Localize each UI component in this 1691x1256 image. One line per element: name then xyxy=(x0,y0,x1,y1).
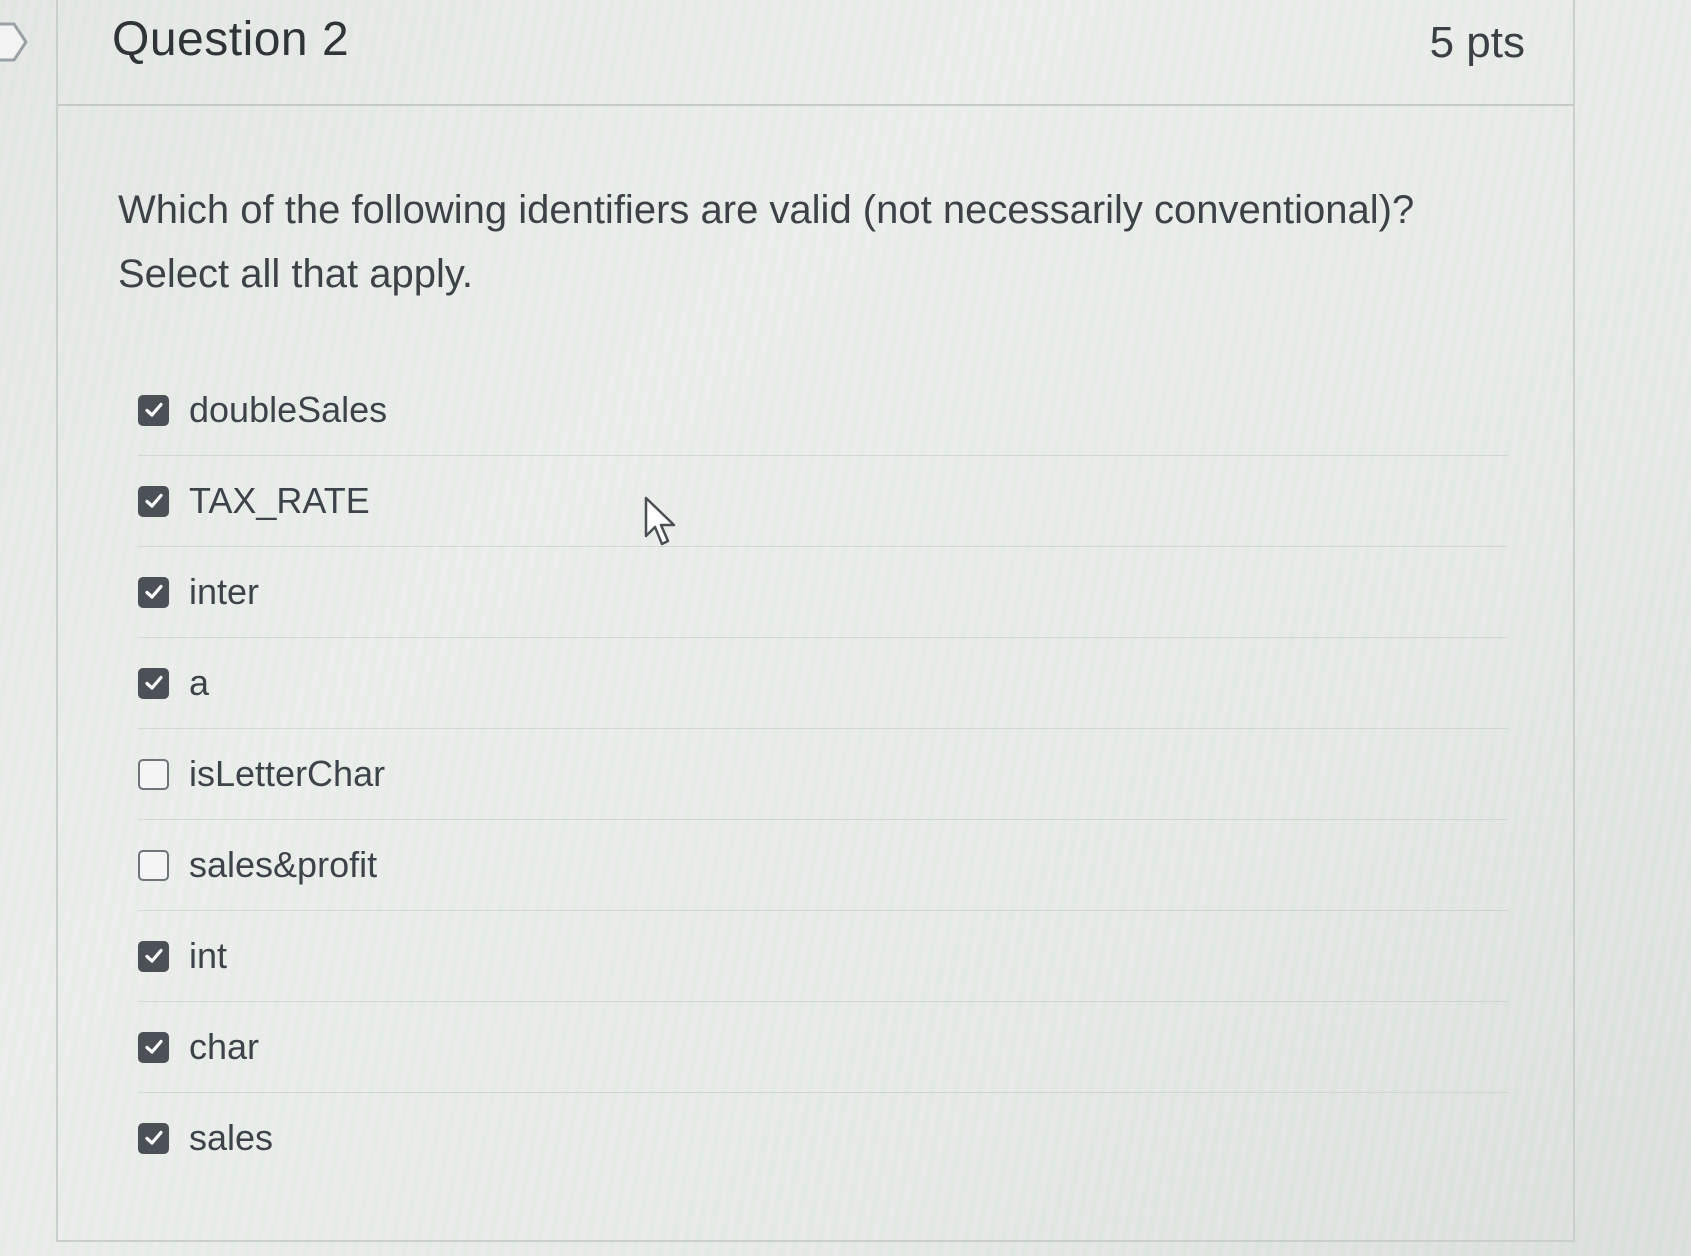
checkbox-unchecked[interactable] xyxy=(138,758,169,790)
checkmark-icon xyxy=(144,675,163,690)
answer-option[interactable]: sales xyxy=(138,1093,1508,1183)
checkmark-icon xyxy=(144,1130,163,1145)
checkmark-icon xyxy=(144,402,163,417)
question-title: Question 2 xyxy=(112,13,350,66)
question-points: 5 pts xyxy=(1429,18,1525,67)
answer-option[interactable]: char xyxy=(138,1002,1508,1093)
checkbox-checked[interactable] xyxy=(138,485,169,517)
checkmark-icon xyxy=(144,1039,163,1054)
checkbox-unchecked[interactable] xyxy=(138,849,169,881)
checkbox-checked[interactable] xyxy=(138,394,169,426)
checkbox-checked[interactable] xyxy=(138,1031,169,1063)
answer-label[interactable]: isLetterChar xyxy=(189,753,385,795)
checkmark-icon xyxy=(144,493,163,508)
answer-list: doubleSales TAX_RATE inter a isLetterCha… xyxy=(138,365,1508,1183)
answer-option[interactable]: TAX_RATE xyxy=(138,456,1508,547)
answer-option[interactable]: sales&profit xyxy=(138,820,1508,911)
answer-label[interactable]: char xyxy=(189,1026,259,1068)
checkbox-checked[interactable] xyxy=(138,576,169,608)
answer-label[interactable]: a xyxy=(189,662,209,704)
answer-label[interactable]: sales&profit xyxy=(189,844,377,886)
question-prompt: Which of the following identifiers are v… xyxy=(118,178,1498,306)
checkbox-checked[interactable] xyxy=(138,667,169,699)
answer-label[interactable]: sales xyxy=(189,1117,273,1159)
chevron-right-icon[interactable] xyxy=(0,18,30,66)
answer-option[interactable]: inter xyxy=(138,547,1508,638)
answer-option[interactable]: isLetterChar xyxy=(138,729,1508,820)
question-header: Question 2 5 pts xyxy=(58,0,1573,106)
answer-option[interactable]: a xyxy=(138,638,1508,729)
answer-label[interactable]: inter xyxy=(189,571,259,613)
answer-label[interactable]: int xyxy=(189,935,227,977)
checkbox-checked[interactable] xyxy=(138,1122,169,1154)
answer-label[interactable]: TAX_RATE xyxy=(189,480,370,522)
checkmark-icon xyxy=(144,584,163,599)
mouse-pointer-icon xyxy=(644,496,676,546)
answer-option[interactable]: int xyxy=(138,911,1508,1002)
checkmark-icon xyxy=(144,948,163,963)
question-prompt-line-2: Select all that apply. xyxy=(118,252,474,296)
answer-label[interactable]: doubleSales xyxy=(189,389,387,431)
checkbox-checked[interactable] xyxy=(138,940,169,972)
question-prompt-line-1: Which of the following identifiers are v… xyxy=(118,188,1415,232)
answer-option[interactable]: doubleSales xyxy=(138,365,1508,456)
